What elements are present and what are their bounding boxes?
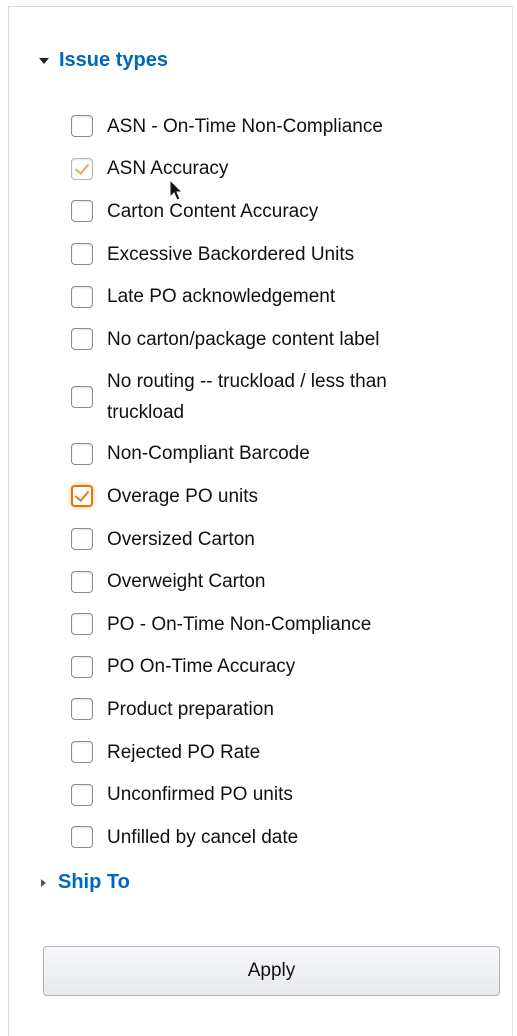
- checkbox[interactable]: [71, 826, 93, 849]
- checkbox-row-excessive-backordered-units[interactable]: Excessive Backordered Units: [71, 233, 491, 276]
- checkbox[interactable]: [71, 741, 93, 764]
- checkbox-row-late-po-acknowledgement[interactable]: Late PO acknowledgement: [71, 275, 491, 318]
- checkbox-row-unconfirmed-po-units[interactable]: Unconfirmed PO units: [71, 773, 491, 816]
- checkbox-row-unfilled-by-cancel-date[interactable]: Unfilled by cancel date: [71, 816, 491, 859]
- issue-types-toggle[interactable]: Issue types: [39, 49, 168, 72]
- checkbox[interactable]: [71, 200, 93, 223]
- checkbox[interactable]: [71, 285, 93, 308]
- filter-panel: Issue types ASN - On-Time Non-Compliance…: [8, 6, 513, 1036]
- checkbox-label: No carton/package content label: [107, 328, 380, 350]
- mouse-pointer-icon: [169, 179, 184, 201]
- checkbox-label: Overage PO units: [107, 485, 259, 507]
- checkbox-row-asn-on-time-non-compliance[interactable]: ASN - On-Time Non-Compliance: [71, 105, 491, 148]
- checkbox-label: Unfilled by cancel date: [107, 826, 299, 848]
- checkbox-label: Rejected PO Rate: [107, 741, 261, 763]
- issue-types-title: Issue types: [59, 49, 168, 71]
- checkbox-label: Carton Content Accuracy: [107, 200, 319, 222]
- checkbox-row-no-routing[interactable]: No routing -- truckload / less than truc…: [71, 361, 491, 433]
- checkbox-row-po-on-time-non-compliance[interactable]: PO - On-Time Non-Compliance: [71, 603, 491, 646]
- ship-to-toggle[interactable]: Ship To: [39, 871, 130, 894]
- checkbox-row-product-preparation[interactable]: Product preparation: [71, 688, 491, 731]
- checkbox-row-overweight-carton[interactable]: Overweight Carton: [71, 560, 491, 603]
- checkbox-label: No routing -- truckload / less than truc…: [107, 370, 387, 423]
- checkbox-row-carton-content-accuracy[interactable]: Carton Content Accuracy: [71, 190, 491, 233]
- checkbox[interactable]: [71, 570, 93, 593]
- checkbox[interactable]: [71, 385, 93, 408]
- checkbox-row-no-carton-package-content-label[interactable]: No carton/package content label: [71, 318, 491, 361]
- checkbox-row-asn-accuracy[interactable]: ASN Accuracy: [71, 148, 491, 191]
- checkbox[interactable]: [71, 698, 93, 721]
- apply-button[interactable]: Apply: [43, 946, 500, 996]
- checkbox[interactable]: [71, 157, 93, 180]
- checkbox-row-rejected-po-rate[interactable]: Rejected PO Rate: [71, 731, 491, 774]
- checkbox[interactable]: [71, 243, 93, 266]
- checkbox-label: PO - On-Time Non-Compliance: [107, 613, 372, 635]
- checkbox-row-oversized-carton[interactable]: Oversized Carton: [71, 518, 491, 561]
- checkbox-label: PO On-Time Accuracy: [107, 656, 296, 678]
- checkbox[interactable]: [71, 442, 93, 465]
- checkbox-label: Overweight Carton: [107, 571, 266, 593]
- checkbox-label: Unconfirmed PO units: [107, 784, 293, 806]
- checkbox-row-non-compliant-barcode[interactable]: Non-Compliant Barcode: [71, 433, 491, 476]
- issue-types-list: ASN - On-Time Non-Compliance ASN Accurac…: [71, 105, 491, 859]
- checkbox-label: Product preparation: [107, 698, 274, 720]
- checkbox-label: Non-Compliant Barcode: [107, 443, 310, 465]
- checkbox-label: Late PO acknowledgement: [107, 286, 336, 308]
- checkbox[interactable]: [71, 783, 93, 806]
- checkbox[interactable]: [71, 115, 93, 138]
- checkmark-icon: [74, 159, 90, 175]
- checkbox[interactable]: [71, 613, 93, 636]
- checkbox-row-po-on-time-accuracy[interactable]: PO On-Time Accuracy: [71, 646, 491, 689]
- checkbox-label: Excessive Backordered Units: [107, 243, 355, 265]
- checkbox-label: ASN - On-Time Non-Compliance: [107, 115, 383, 137]
- checkbox[interactable]: [71, 655, 93, 678]
- caret-right-icon: [41, 878, 46, 887]
- checkbox[interactable]: [71, 528, 93, 551]
- caret-down-icon: [39, 57, 49, 64]
- checkbox[interactable]: [71, 485, 93, 508]
- checkbox-label: ASN Accuracy: [107, 158, 229, 180]
- checkbox-row-overage-po-units[interactable]: Overage PO units: [71, 475, 491, 518]
- checkbox[interactable]: [71, 328, 93, 351]
- checkmark-icon: [74, 487, 90, 503]
- checkbox-label: Oversized Carton: [107, 528, 255, 550]
- ship-to-title: Ship To: [58, 871, 130, 893]
